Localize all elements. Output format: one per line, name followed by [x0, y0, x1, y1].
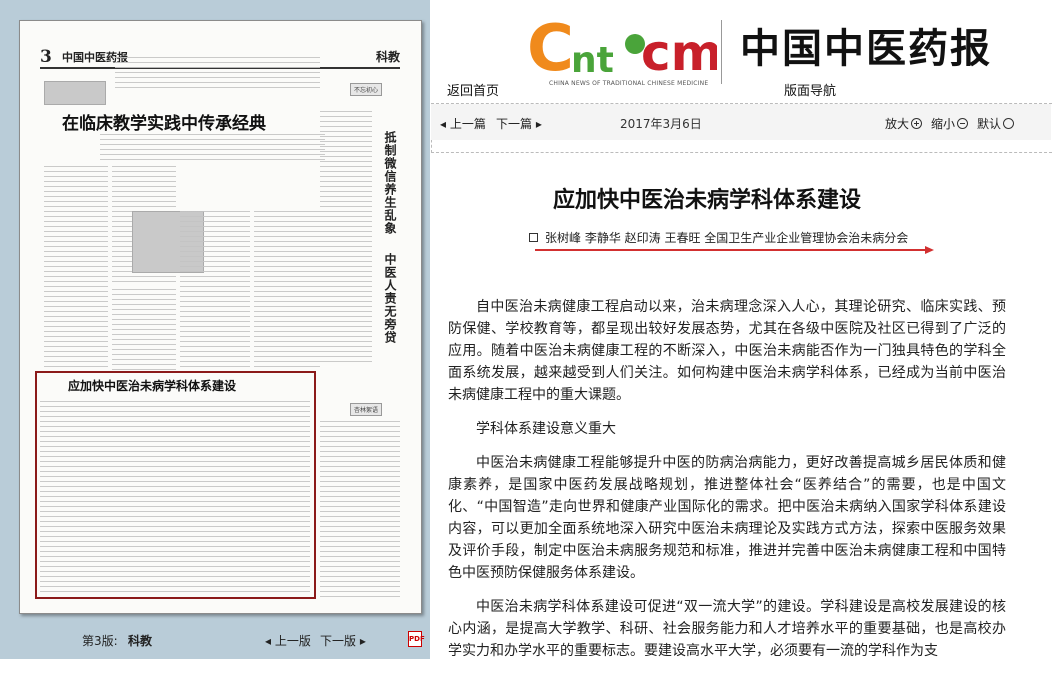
arrow-right-icon — [925, 246, 934, 254]
cntcm-logo[interactable]: C nt cm — [527, 8, 717, 90]
selected-article-highlight[interactable] — [35, 371, 316, 599]
byline-square-icon — [529, 233, 538, 242]
prev-page-link[interactable]: ◂ 上一版 — [265, 632, 311, 649]
logo-subtitle: CHINA NEWS OF TRADITIONAL CHINESE MEDICI… — [549, 80, 709, 87]
newspaper-section: 科教 — [375, 50, 400, 64]
article-byline: 张树峰 李静华 赵印涛 王春旺 全国卫生产业企业管理协会治未病分会 — [545, 231, 909, 245]
zoom-in-label: 放大 — [885, 117, 910, 131]
newspaper-column — [180, 211, 250, 371]
newspaper-page-thumbnail[interactable]: 3 中国中医药报 科教 不忘初心 在临床教学实践中传承经典 抵制微信养生乱象 中… — [19, 20, 422, 614]
logo-letter-c: C — [527, 12, 574, 86]
title-rule — [535, 249, 927, 251]
logo-letters-nt: nt — [571, 40, 614, 81]
newspaper-box-text — [320, 421, 400, 599]
zoom-out-button[interactable]: 缩小 — [931, 115, 969, 132]
zoom-default-button[interactable]: 默认 — [977, 115, 1015, 132]
article-paragraph: 中医治未病学科体系建设可促进“双一流大学”的建设。学科建设是高校发展建设的核心内… — [448, 599, 1006, 659]
newspaper-side-headline[interactable]: 中医人责无旁贷 — [378, 253, 397, 344]
article-title: 应加快中医治未病学科体系建设 — [553, 188, 862, 213]
newspaper-column — [112, 289, 176, 371]
newspaper-side-column — [320, 111, 372, 366]
minus-circle-icon — [957, 118, 969, 129]
newspaper-column — [254, 211, 320, 371]
page-nav-link[interactable]: 版面导航 — [784, 80, 836, 99]
left-pane: 3 中国中医药报 科教 不忘初心 在临床教学实践中传承经典 抵制微信养生乱象 中… — [0, 0, 430, 659]
logo-letters-cm: cm — [641, 24, 717, 82]
newspaper-box-tag: 杏林絮语 — [350, 403, 383, 416]
article-subheading: 学科体系建设意义重大 — [476, 421, 616, 437]
logo-divider — [721, 20, 722, 84]
article-paragraph: 中医治未病健康工程能够提升中医的防病治病能力，更好改善提高城乡居民体质和健康素养… — [448, 455, 1006, 581]
newspaper-headline-subtext — [100, 134, 325, 162]
newspaper-corner-tag: 不忘初心 — [350, 83, 383, 96]
newspaper-header-image — [44, 81, 106, 105]
prev-article-link[interactable]: ◂ 上一篇 — [440, 115, 486, 132]
issue-date: 2017年3月6日 — [620, 117, 702, 131]
next-article-link[interactable]: 下一篇 ▸ — [496, 115, 542, 132]
plus-circle-icon — [911, 118, 923, 129]
pdf-icon[interactable]: PDF — [408, 631, 425, 647]
article-paragraph: 自中医治未病健康工程启动以来，治未病理念深入人心，其理论研究、临床实践、预防保健… — [448, 299, 1006, 403]
next-page-link[interactable]: 下一版 ▸ — [320, 632, 366, 649]
zoom-default-label: 默认 — [977, 117, 1002, 131]
zoom-out-label: 缩小 — [931, 117, 956, 131]
newspaper-intro-text — [115, 57, 320, 89]
article-body: 自中医治未病健康工程启动以来，治未病理念深入人心，其理论研究、临床实践、预防保健… — [448, 296, 1006, 674]
newspaper-column — [44, 166, 108, 371]
newspaper-headline[interactable]: 在临床教学实践中传承经典 — [62, 109, 266, 134]
page-section-name: 科教 — [128, 634, 153, 648]
newspaper-page-number: 3 — [40, 47, 52, 67]
home-link[interactable]: 返回首页 — [447, 80, 499, 99]
brand-title: 中国中医药报 — [740, 25, 992, 72]
circle-icon — [1003, 118, 1015, 129]
newspaper-side-headline[interactable]: 抵制微信养生乱象 — [378, 131, 397, 235]
page-number-label: 第3版: — [82, 634, 118, 648]
zoom-in-button[interactable]: 放大 — [885, 115, 923, 132]
page-pagination-bar: 第3版: 科教 ◂ 上一版 下一版 ▸ PDF — [0, 624, 430, 654]
